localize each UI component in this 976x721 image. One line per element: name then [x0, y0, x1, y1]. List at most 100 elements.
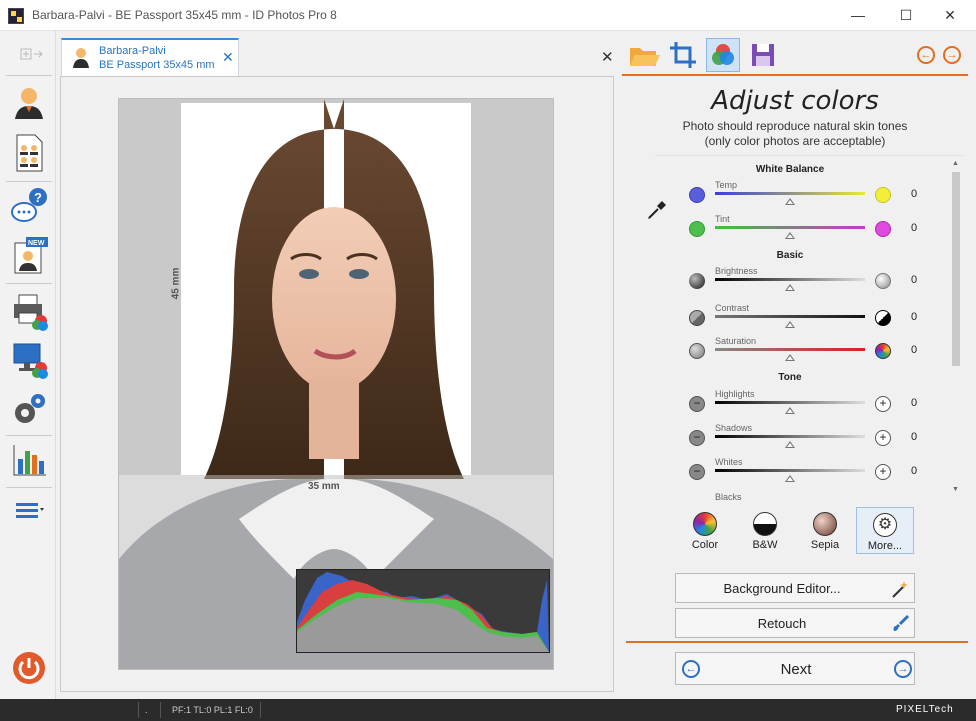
contrast-low-icon — [689, 310, 705, 326]
panel-subtitle: Photo should reproduce natural skin tone… — [622, 119, 968, 149]
printer-icon[interactable] — [10, 293, 48, 331]
step-toolbar: ← → — [622, 36, 968, 76]
background-editor-button[interactable]: Background Editor... — [675, 573, 915, 603]
pixeltech-logo: PIXELTech — [896, 704, 954, 715]
slider-blacks[interactable]: Blacks — [685, 492, 955, 500]
maximize-button[interactable]: ☐ — [886, 4, 926, 26]
crop-icon[interactable] — [666, 38, 700, 72]
menu-list-icon[interactable] — [10, 497, 48, 525]
brush-icon — [893, 614, 910, 631]
preset-bw-button[interactable]: B&W — [736, 507, 794, 554]
next-divider — [626, 641, 968, 643]
slider-brightness[interactable]: Brightness 0 — [685, 266, 955, 296]
retouch-button[interactable]: Retouch — [675, 608, 915, 638]
slider-temp[interactable]: Temp 0 — [685, 180, 955, 210]
svg-text:?: ? — [34, 190, 42, 205]
tint-value: 0 — [911, 222, 918, 234]
slider-whites[interactable]: − Whites + 0 — [685, 457, 955, 487]
new-photo-icon[interactable]: NEW — [10, 235, 48, 274]
group-sheet-icon[interactable] — [10, 133, 48, 172]
help-chat-icon[interactable]: ? — [10, 187, 48, 225]
brightness-high-icon — [875, 273, 891, 289]
whites-thumb[interactable] — [785, 475, 795, 482]
bw-preset-icon — [753, 512, 777, 536]
next-button[interactable]: ← Next → — [675, 652, 915, 685]
tint-thumb[interactable] — [785, 232, 795, 239]
monitor-icon[interactable] — [10, 341, 48, 379]
slider-tint[interactable]: Tint 0 — [685, 214, 955, 244]
saturation-track[interactable] — [715, 348, 865, 351]
close-window-button[interactable]: ✕ — [930, 4, 970, 26]
preset-more-button[interactable]: ⚙ More... — [856, 507, 914, 554]
window-title: Barbara-Palvi - BE Passport 35x45 mm - I… — [32, 8, 337, 22]
preset-more-label: More... — [867, 540, 903, 552]
shadows-thumb[interactable] — [785, 441, 795, 448]
preset-color-label: Color — [691, 539, 719, 551]
next-forward-arrow-icon[interactable]: → — [894, 660, 912, 678]
photo-height-label: 45 mm — [170, 267, 182, 300]
title-bar: Barbara-Palvi - BE Passport 35x45 mm - I… — [0, 0, 976, 31]
photo-tab[interactable]: Barbara-Palvi BE Passport 35x45 mm ✕ — [61, 38, 239, 76]
scrollbar-thumb[interactable] — [952, 172, 960, 366]
shadows-track[interactable] — [715, 435, 865, 438]
highlights-track[interactable] — [715, 401, 865, 404]
contrast-thumb[interactable] — [785, 321, 795, 328]
contrast-label: Contrast — [715, 303, 750, 313]
preset-bw-label: B&W — [752, 539, 778, 551]
tab-person-icon — [73, 48, 89, 68]
open-folder-icon[interactable] — [626, 38, 660, 72]
close-panel-button[interactable]: ✕ — [601, 48, 614, 66]
retouch-label: Retouch — [757, 616, 807, 631]
person-icon[interactable] — [10, 83, 48, 121]
histogram — [296, 569, 550, 653]
tab-close-button[interactable]: ✕ — [222, 49, 234, 66]
adjustments-panel: White Balance Temp 0 Tint 0 Basic Bright… — [655, 155, 963, 500]
highlights-label: Highlights — [715, 389, 755, 399]
svg-text:NEW: NEW — [28, 240, 45, 247]
whites-track[interactable] — [715, 469, 865, 472]
scroll-down-icon[interactable]: ▼ — [952, 486, 959, 493]
tint-label: Tint — [715, 214, 730, 224]
slider-contrast[interactable]: Contrast 0 — [685, 303, 955, 333]
power-icon[interactable] — [10, 649, 48, 687]
status-dot: . — [145, 705, 148, 715]
saturation-thumb[interactable] — [785, 354, 795, 361]
slider-highlights[interactable]: − Highlights + 0 — [685, 389, 955, 419]
preset-color-button[interactable]: Color — [676, 507, 734, 554]
contrast-track[interactable] — [715, 315, 865, 318]
temp-thumb[interactable] — [785, 198, 795, 205]
minimize-button[interactable]: — — [838, 4, 878, 26]
scroll-up-icon[interactable]: ▲ — [952, 160, 959, 167]
tint-track[interactable] — [715, 226, 865, 229]
tab-format: BE Passport 35x45 mm — [99, 59, 215, 71]
temp-value: 0 — [911, 188, 918, 200]
blacks-label: Blacks — [715, 492, 742, 500]
temp-label: Temp — [715, 180, 738, 190]
preset-sepia-button[interactable]: Sepia — [796, 507, 854, 554]
next-back-arrow-icon[interactable]: ← — [682, 660, 700, 678]
settings-gears-icon[interactable] — [10, 391, 48, 429]
temp-track[interactable] — [715, 192, 865, 195]
prev-step-button[interactable]: ← — [917, 46, 935, 64]
shadows-plus-icon: + — [875, 430, 891, 446]
brightness-thumb[interactable] — [785, 284, 795, 291]
save-disk-icon[interactable] — [746, 38, 780, 72]
brightness-track[interactable] — [715, 278, 865, 281]
highlights-thumb[interactable] — [785, 407, 795, 414]
color-wheel-icon[interactable] — [706, 38, 740, 72]
whites-minus-icon: − — [689, 464, 705, 480]
saturation-value: 0 — [911, 344, 918, 356]
section-white-balance: White Balance — [755, 164, 825, 175]
adjustments-scrollbar[interactable]: ▲ ▼ — [950, 158, 962, 498]
section-basic: Basic — [776, 250, 804, 261]
preset-sepia-label: Sepia — [810, 539, 840, 551]
slider-saturation[interactable]: Saturation 0 — [685, 336, 955, 366]
next-label: Next — [780, 661, 812, 678]
statistics-chart-icon[interactable] — [10, 441, 48, 479]
left-toolbar: ? NEW — [0, 31, 56, 699]
shadows-minus-icon: − — [689, 430, 705, 446]
next-step-button[interactable]: → — [943, 46, 961, 64]
slider-shadows[interactable]: − Shadows + 0 — [685, 423, 955, 453]
temp-cool-icon — [689, 187, 705, 203]
color-preset-icon — [693, 512, 717, 536]
